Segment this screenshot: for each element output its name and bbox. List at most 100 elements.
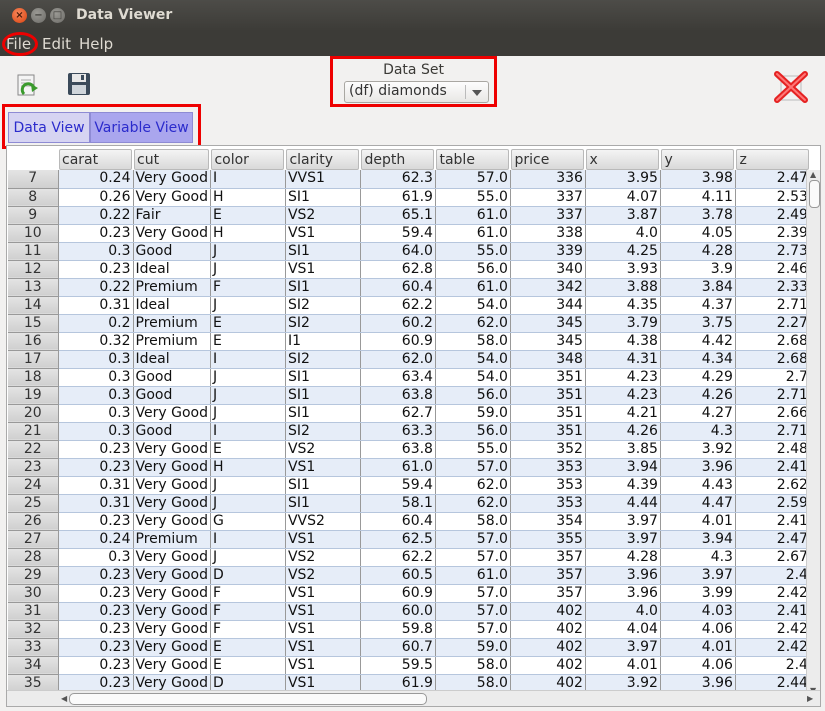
cell-clarity[interactable]: VS1 bbox=[285, 620, 361, 639]
table-row[interactable]: 24 0.31 Very Good J SI1 59.4 62.0 353 4.39 4.43 2.… bbox=[8, 476, 811, 495]
cell-clarity[interactable]: VS1 bbox=[285, 458, 361, 477]
cell-x[interactable]: 4.21 bbox=[585, 404, 661, 423]
cell-depth[interactable]: 62.8 bbox=[360, 260, 436, 279]
cell-cut[interactable]: Very Good bbox=[133, 512, 211, 531]
table-row[interactable]: 21 0.3 Good I SI2 63.3 56.0 351 4.26 4.3 2.71 bbox=[8, 422, 811, 441]
cell-price[interactable]: 348 bbox=[510, 350, 586, 369]
cell-x[interactable]: 4.25 bbox=[585, 242, 661, 261]
cell-clarity[interactable]: I1 bbox=[285, 332, 361, 351]
cell-cut[interactable]: Very Good bbox=[133, 656, 211, 675]
cell-depth[interactable]: 60.0 bbox=[360, 602, 436, 621]
row-number[interactable]: 16 bbox=[8, 332, 59, 351]
cell-z[interactable]: 2.47 bbox=[735, 530, 811, 549]
row-number[interactable]: 10 bbox=[8, 224, 59, 243]
cell-cut[interactable]: Very Good bbox=[133, 404, 211, 423]
cell-table[interactable]: 61.0 bbox=[435, 566, 511, 585]
cell-clarity[interactable]: VS1 bbox=[285, 656, 361, 675]
cell-table[interactable]: 57.0 bbox=[435, 548, 511, 567]
row-number[interactable]: 21 bbox=[8, 422, 59, 441]
cell-z[interactable]: 2.71 bbox=[735, 422, 811, 441]
cell-clarity[interactable]: VS1 bbox=[285, 584, 361, 603]
row-number[interactable]: 13 bbox=[8, 278, 59, 297]
cell-table[interactable]: 54.0 bbox=[435, 296, 511, 315]
cell-cut[interactable]: Very Good bbox=[133, 188, 211, 207]
cell-color[interactable]: J bbox=[210, 296, 286, 315]
cell-clarity[interactable]: SI2 bbox=[285, 314, 361, 333]
cell-clarity[interactable]: SI2 bbox=[285, 296, 361, 315]
cell-cut[interactable]: Very Good bbox=[133, 476, 211, 495]
cell-z[interactable]: 2.68 bbox=[735, 332, 811, 351]
cell-table[interactable]: 57.0 bbox=[435, 620, 511, 639]
cell-table[interactable]: 54.0 bbox=[435, 368, 511, 387]
cell-clarity[interactable]: SI2 bbox=[285, 350, 361, 369]
cell-carat[interactable]: 0.26 bbox=[58, 188, 134, 207]
cell-x[interactable]: 4.26 bbox=[585, 422, 661, 441]
menu-edit[interactable]: Edit bbox=[42, 35, 71, 53]
cell-carat[interactable]: 0.23 bbox=[58, 440, 134, 459]
cell-color[interactable]: D bbox=[210, 566, 286, 585]
cell-cut[interactable]: Very Good bbox=[133, 638, 211, 657]
column-header-depth[interactable]: depth bbox=[360, 147, 435, 170]
cell-table[interactable]: 59.0 bbox=[435, 404, 511, 423]
cell-z[interactable]: 2.67 bbox=[735, 548, 811, 567]
row-number[interactable]: 14 bbox=[8, 296, 59, 315]
cell-cut[interactable]: Very Good bbox=[133, 620, 211, 639]
cell-price[interactable]: 342 bbox=[510, 278, 586, 297]
cell-table[interactable]: 61.0 bbox=[435, 224, 511, 243]
cell-carat[interactable]: 0.32 bbox=[58, 332, 134, 351]
cell-depth[interactable]: 59.8 bbox=[360, 620, 436, 639]
cell-cut[interactable]: Ideal bbox=[133, 296, 211, 315]
cell-z[interactable]: 2.53 bbox=[735, 188, 811, 207]
table-row[interactable]: 12 0.23 Ideal J VS1 62.8 56.0 340 3.93 3.9 2.46 bbox=[8, 260, 811, 279]
cell-price[interactable]: 357 bbox=[510, 548, 586, 567]
cell-y[interactable]: 4.3 bbox=[660, 422, 736, 441]
cell-depth[interactable]: 60.9 bbox=[360, 584, 436, 603]
cell-y[interactable]: 4.42 bbox=[660, 332, 736, 351]
row-number[interactable]: 23 bbox=[8, 458, 59, 477]
table-row[interactable]: 34 0.23 Very Good E VS1 59.5 58.0 402 4.01 4.06 2.… bbox=[8, 656, 811, 675]
cell-clarity[interactable]: SI1 bbox=[285, 242, 361, 261]
column-header-price[interactable]: price bbox=[510, 147, 585, 170]
cell-carat[interactable]: 0.22 bbox=[58, 278, 134, 297]
row-number[interactable]: 27 bbox=[8, 530, 59, 549]
column-header-carat[interactable]: carat bbox=[58, 147, 133, 170]
row-number[interactable]: 24 bbox=[8, 476, 59, 495]
row-number[interactable]: 7 bbox=[8, 170, 59, 189]
close-window-button[interactable]: × bbox=[12, 8, 27, 23]
cell-color[interactable]: F bbox=[210, 620, 286, 639]
row-number[interactable]: 9 bbox=[8, 206, 59, 225]
cell-x[interactable]: 3.93 bbox=[585, 260, 661, 279]
minimize-window-button[interactable]: − bbox=[31, 8, 46, 23]
row-number[interactable]: 18 bbox=[8, 368, 59, 387]
cell-color[interactable]: I bbox=[210, 422, 286, 441]
row-number[interactable]: 8 bbox=[8, 188, 59, 207]
cell-depth[interactable]: 60.9 bbox=[360, 332, 436, 351]
cell-cut[interactable]: Very Good bbox=[133, 566, 211, 585]
cell-depth[interactable]: 58.1 bbox=[360, 494, 436, 513]
cell-carat[interactable]: 0.3 bbox=[58, 242, 134, 261]
cell-y[interactable]: 4.26 bbox=[660, 386, 736, 405]
row-number[interactable]: 29 bbox=[8, 566, 59, 585]
cell-color[interactable]: J bbox=[210, 242, 286, 261]
cell-z[interactable]: 2.4 bbox=[735, 566, 811, 585]
cell-z[interactable]: 2.4 bbox=[735, 656, 811, 675]
cell-price[interactable]: 345 bbox=[510, 332, 586, 351]
cell-x[interactable]: 4.31 bbox=[585, 350, 661, 369]
cell-table[interactable]: 62.0 bbox=[435, 476, 511, 495]
cell-depth[interactable]: 61.9 bbox=[360, 188, 436, 207]
cell-x[interactable]: 3.79 bbox=[585, 314, 661, 333]
table-row[interactable]: 18 0.3 Good J SI1 63.4 54.0 351 4.23 4.29 2.7 bbox=[8, 368, 811, 387]
column-header-y[interactable]: y bbox=[660, 147, 735, 170]
row-number[interactable]: 30 bbox=[8, 584, 59, 603]
scroll-left-icon[interactable]: ◀ bbox=[61, 694, 67, 703]
table-row[interactable]: 28 0.3 Very Good J VS2 62.2 57.0 357 4.28 4.3 2.67 bbox=[8, 548, 811, 567]
cell-x[interactable]: 3.97 bbox=[585, 512, 661, 531]
cell-cut[interactable]: Good bbox=[133, 422, 211, 441]
cell-y[interactable]: 4.37 bbox=[660, 296, 736, 315]
table-row[interactable]: 26 0.23 Very Good G VVS2 60.4 58.0 354 3.97 4.01 2… bbox=[8, 512, 811, 531]
cell-price[interactable]: 357 bbox=[510, 584, 586, 603]
cell-cut[interactable]: Premium bbox=[133, 332, 211, 351]
cell-depth[interactable]: 62.7 bbox=[360, 404, 436, 423]
cell-depth[interactable]: 63.8 bbox=[360, 440, 436, 459]
cell-z[interactable]: 2.68 bbox=[735, 350, 811, 369]
